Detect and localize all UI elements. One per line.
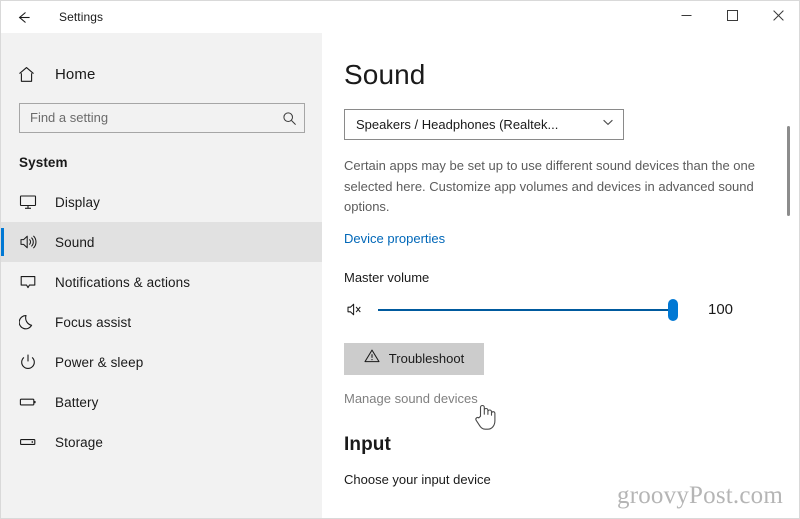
- slider-thumb[interactable]: [668, 298, 678, 321]
- sidebar-item-power-sleep[interactable]: Power & sleep: [1, 342, 322, 382]
- sidebar-item-display[interactable]: Display: [1, 182, 322, 222]
- master-volume-slider[interactable]: [378, 298, 678, 321]
- home-icon: [17, 65, 43, 84]
- sidebar-item-label: Power & sleep: [55, 354, 144, 370]
- maximize-button[interactable]: [709, 1, 755, 33]
- caption-buttons: [663, 1, 799, 33]
- maximize-icon: [726, 8, 738, 26]
- troubleshoot-button-label: Troubleshoot: [388, 351, 465, 366]
- speaker-mute-icon[interactable]: [344, 299, 366, 321]
- output-device-dropdown[interactable]: Speakers / Headphones (Realtek...: [344, 109, 624, 140]
- minimize-button[interactable]: [663, 1, 709, 33]
- sidebar-item-label: Display: [55, 194, 100, 210]
- sidebar-item-notifications[interactable]: Notifications & actions: [1, 262, 322, 302]
- sidebar-item-storage[interactable]: Storage: [1, 422, 322, 462]
- master-volume-label: Master volume: [344, 269, 430, 285]
- storage-icon: [19, 433, 43, 451]
- page-title: Sound: [344, 59, 426, 90]
- sidebar-section-title: System: [19, 155, 68, 170]
- search-input[interactable]: [20, 105, 304, 131]
- troubleshoot-button[interactable]: Troubleshoot: [344, 342, 484, 375]
- sidebar-nav-list: Display Sound Notifications & actions Fo…: [1, 182, 322, 462]
- battery-icon: [19, 393, 43, 411]
- back-arrow-icon: [15, 9, 32, 26]
- back-button[interactable]: [1, 1, 45, 33]
- power-icon: [19, 353, 43, 371]
- sidebar-item-label: Battery: [55, 394, 99, 410]
- manage-sound-devices-link[interactable]: Manage sound devices: [344, 391, 478, 406]
- sound-description: Certain apps may be set up to use differ…: [344, 158, 755, 214]
- settings-window: Settings Home Find a setting System Disp…: [0, 0, 800, 519]
- sidebar-item-label: Sound: [55, 234, 95, 250]
- app-title: Settings: [59, 10, 104, 24]
- sidebar-item-sound[interactable]: Sound: [1, 222, 322, 262]
- chevron-down-icon: [601, 115, 615, 134]
- home-label: Home: [55, 65, 96, 83]
- close-button[interactable]: [755, 1, 799, 33]
- monitor-icon: [19, 193, 43, 211]
- close-icon: [772, 8, 784, 26]
- device-properties-link[interactable]: Device properties: [344, 231, 445, 246]
- slider-fill: [378, 308, 673, 311]
- sidebar-item-battery[interactable]: Battery: [1, 382, 322, 422]
- output-device-value: Speakers / Headphones (Realtek...: [356, 117, 559, 132]
- watermark: groovyPost.com: [617, 482, 783, 509]
- minimize-icon: [681, 8, 692, 26]
- sidebar-item-home[interactable]: Home: [1, 59, 322, 89]
- warning-triangle-icon: [364, 348, 380, 369]
- speaker-icon: [19, 233, 43, 251]
- sidebar: Home System: [1, 33, 322, 518]
- content-scrollbar[interactable]: [783, 33, 795, 518]
- main-content: Sound Speakers / Headphones (Realtek... …: [322, 33, 799, 518]
- master-volume-value: 100: [708, 301, 734, 318]
- sidebar-item-label: Storage: [55, 434, 103, 450]
- search-icon[interactable]: [280, 109, 298, 127]
- moon-icon: [19, 313, 43, 331]
- sidebar-item-label: Notifications & actions: [55, 274, 191, 290]
- notification-icon: [19, 273, 43, 291]
- master-volume-row: 100: [344, 298, 799, 321]
- input-section-title: Input: [344, 433, 391, 455]
- sidebar-item-focus-assist[interactable]: Focus assist: [1, 302, 322, 342]
- scrollbar-thumb[interactable]: [787, 126, 790, 216]
- search-box[interactable]: [19, 103, 305, 133]
- sidebar-item-label: Focus assist: [55, 314, 132, 330]
- title-bar: Settings: [1, 1, 799, 33]
